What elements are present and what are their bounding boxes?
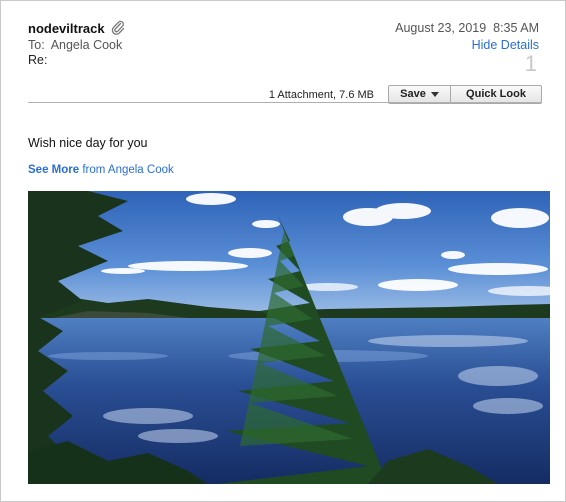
to-line: To: Angela Cook [28, 38, 122, 52]
sender-name[interactable]: nodeviltrack [28, 21, 105, 36]
recipient-name[interactable]: Angela Cook [51, 38, 123, 52]
quick-look-button[interactable]: Quick Look [451, 86, 541, 103]
save-button[interactable]: Save [389, 86, 451, 103]
paperclip-icon [111, 20, 125, 35]
hide-details-link[interactable]: Hide Details [472, 38, 539, 52]
lake-photo[interactable] [28, 191, 550, 484]
see-more-bold: See More [28, 164, 80, 176]
message-count: 1 [524, 51, 537, 76]
dropdown-caret-icon [430, 91, 439, 97]
message-body: Wish nice day for you [28, 136, 148, 150]
header-divider [28, 102, 541, 103]
save-label: Save [400, 88, 426, 100]
email-window: nodeviltrack To: Angela Cook Re: August 2… [0, 0, 566, 502]
attachment-info: 1 Attachment, 7.6 MB [268, 89, 374, 101]
time: 8:35 AM [493, 21, 539, 35]
subject-label: Re: [28, 53, 48, 67]
see-more-link[interactable]: See More from Angela Cook [28, 164, 174, 176]
see-more-rest: from Angela Cook [79, 164, 174, 176]
date: August 23, 2019 [395, 21, 487, 35]
date-time: August 23, 2019 8:35 AM [395, 21, 539, 35]
to-label: To: [28, 38, 45, 52]
